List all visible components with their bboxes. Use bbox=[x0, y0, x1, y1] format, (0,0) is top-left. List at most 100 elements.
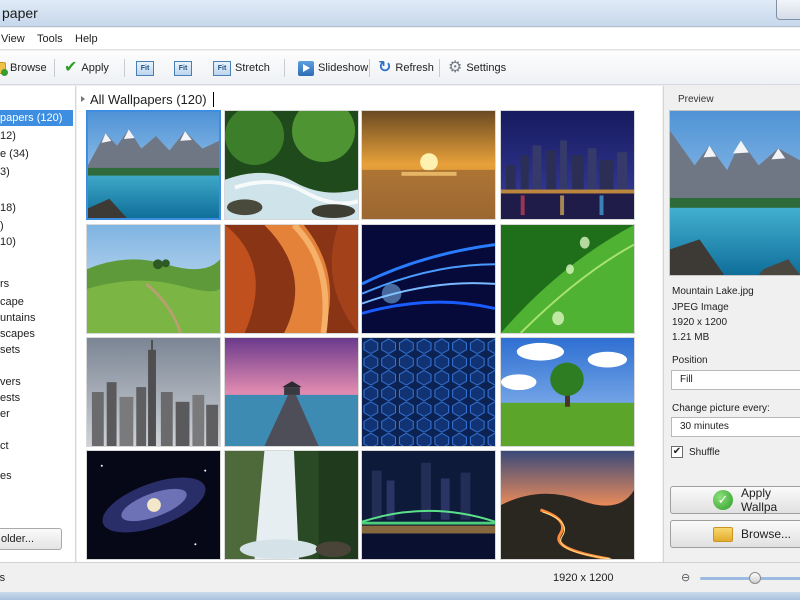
title-bar: paper bbox=[0, 0, 800, 27]
thumbnail-pier-sunset[interactable] bbox=[224, 337, 359, 447]
preview-dimensions: 1920 x 1200 bbox=[672, 317, 728, 328]
sidebar-item[interactable]: scapes bbox=[0, 326, 76, 342]
folder-icon bbox=[713, 526, 733, 542]
sidebar-item[interactable]: 12) bbox=[0, 128, 76, 144]
preview-size: 1.21 MB bbox=[672, 332, 710, 343]
checkbox-checked-icon[interactable]: ✔ bbox=[671, 446, 683, 458]
fit-icon: Fit bbox=[136, 60, 154, 76]
sidebar-item[interactable]: ) bbox=[0, 218, 76, 234]
wallpaper-gallery: All Wallpapers (120) bbox=[77, 86, 662, 562]
sidebar-item[interactable]: rs bbox=[0, 276, 76, 292]
close-window-button[interactable] bbox=[776, 0, 800, 20]
apply-button[interactable]: ✔ Apply bbox=[64, 57, 109, 79]
position-dropdown[interactable]: Fill bbox=[671, 370, 800, 390]
apply-label: Apply bbox=[81, 62, 109, 74]
preview-image bbox=[669, 110, 800, 276]
menu-view[interactable]: View bbox=[1, 33, 25, 45]
browse-wallpaper-button[interactable]: Browse... bbox=[670, 520, 800, 548]
thumbnail-city-skyline[interactable] bbox=[86, 337, 221, 447]
window-title: paper bbox=[2, 5, 38, 21]
browse-button[interactable]: Browse bbox=[0, 57, 47, 79]
change-interval-dropdown[interactable]: 30 minutes bbox=[671, 417, 800, 437]
sidebar-item[interactable]: cape bbox=[0, 294, 76, 310]
sidebar-item[interactable]: 18) bbox=[0, 200, 76, 216]
fill-icon: Fit bbox=[174, 60, 192, 76]
lone-tree-image bbox=[501, 338, 634, 446]
sidebar-item[interactable]: e (34) bbox=[0, 146, 76, 162]
details-panel: Preview Mountain Lake.jpg JPEG Image 192… bbox=[663, 86, 800, 562]
zoom-slider[interactable] bbox=[700, 572, 800, 584]
sidebar-item[interactable]: es bbox=[0, 468, 76, 484]
thumbnail-sunset-beach[interactable] bbox=[361, 110, 496, 220]
mountain-lake-preview bbox=[670, 111, 800, 275]
zoom-out-icon[interactable]: ⊖ bbox=[681, 571, 690, 584]
position-label: Position bbox=[672, 355, 708, 366]
green-leaf-image bbox=[501, 225, 634, 333]
fit-button[interactable]: Fit bbox=[136, 57, 154, 79]
toolbar: Browse ✔ Apply Fit Fit Fit Stretch Slide… bbox=[0, 51, 800, 85]
sidebar-item[interactable]: ests bbox=[0, 390, 76, 406]
sidebar-item[interactable]: 10) bbox=[0, 234, 76, 250]
bridge-night-image bbox=[362, 451, 495, 559]
browse-label: Browse bbox=[10, 62, 47, 74]
city-night-image bbox=[501, 111, 634, 219]
sidebar-item[interactable]: 3) bbox=[0, 164, 76, 180]
stretch-label: Stretch bbox=[235, 62, 270, 74]
thumbnail-bridge-night[interactable] bbox=[361, 450, 496, 560]
status-text: rs bbox=[0, 572, 6, 584]
settings-button[interactable]: ⚙ Settings bbox=[448, 57, 506, 79]
toolbar-separator bbox=[284, 59, 285, 77]
thumbnail-hexagon-pattern[interactable] bbox=[361, 337, 496, 447]
zoom-slider-knob[interactable] bbox=[749, 572, 761, 584]
stretch-button[interactable]: Fit Stretch bbox=[213, 57, 270, 79]
pier-sunset-image bbox=[225, 338, 358, 446]
canyon-image bbox=[225, 225, 358, 333]
preview-label: Preview bbox=[678, 94, 714, 105]
sidebar-item[interactable]: vers bbox=[0, 374, 76, 390]
mountain-lake-image bbox=[88, 112, 219, 218]
taskbar bbox=[0, 592, 800, 600]
thumbnail-waterfall[interactable] bbox=[224, 450, 359, 560]
menu-tools[interactable]: Tools bbox=[37, 33, 63, 45]
slideshow-label: Slideshow bbox=[318, 62, 369, 74]
thumbnail-forest-stream[interactable] bbox=[224, 110, 359, 220]
thumbnail-blue-abstract[interactable] bbox=[361, 224, 496, 334]
apply-wallpaper-button[interactable]: ✓ Apply Wallpa bbox=[670, 486, 800, 514]
folder-add-icon bbox=[0, 62, 8, 76]
add-folder-button[interactable]: older... bbox=[0, 528, 62, 550]
menu-help[interactable]: Help bbox=[75, 33, 98, 45]
category-sidebar: papers (120) 12) e (34) 3) 18) ) 10) rs … bbox=[0, 86, 76, 562]
sidebar-item[interactable]: er bbox=[0, 406, 76, 422]
shuffle-label: Shuffle bbox=[689, 446, 720, 458]
gallery-header: All Wallpapers (120) bbox=[77, 90, 214, 108]
checkmark-icon: ✔ bbox=[64, 59, 78, 76]
thumbnail-city-night[interactable] bbox=[500, 110, 635, 220]
thumbnail-green-hills[interactable] bbox=[86, 224, 221, 334]
fill-button[interactable]: Fit bbox=[174, 57, 192, 79]
toolbar-separator bbox=[54, 59, 55, 77]
thumbnail-canyon[interactable] bbox=[224, 224, 359, 334]
sidebar-item[interactable]: untains bbox=[0, 310, 76, 326]
toolbar-separator bbox=[369, 59, 370, 77]
thumbnail-green-leaf[interactable] bbox=[500, 224, 635, 334]
gear-icon: ⚙ bbox=[448, 59, 463, 76]
refresh-button[interactable]: ↻ Refresh bbox=[378, 57, 434, 79]
forest-stream-image bbox=[225, 111, 358, 219]
slideshow-button[interactable]: Slideshow bbox=[298, 57, 368, 79]
expand-triangle-icon[interactable] bbox=[81, 96, 85, 102]
hexagon-pattern-image bbox=[362, 338, 495, 446]
thumbnail-mountain-lake[interactable] bbox=[86, 110, 221, 220]
text-cursor bbox=[212, 91, 214, 107]
refresh-label: Refresh bbox=[395, 62, 434, 74]
galaxy-image bbox=[87, 451, 220, 559]
stretch-icon: Fit bbox=[213, 60, 231, 76]
preview-filetype: JPEG Image bbox=[672, 302, 729, 313]
thumbnail-lone-tree[interactable] bbox=[500, 337, 635, 447]
thumbnail-winding-road[interactable] bbox=[500, 450, 635, 560]
sidebar-item-all[interactable]: papers (120) bbox=[0, 110, 73, 126]
shuffle-checkbox[interactable]: ✔ Shuffle bbox=[671, 446, 720, 458]
thumbnail-galaxy[interactable] bbox=[86, 450, 221, 560]
sidebar-item[interactable]: sets bbox=[0, 342, 76, 358]
sidebar-item[interactable]: ct bbox=[0, 438, 76, 454]
preview-filename: Mountain Lake.jpg bbox=[672, 286, 754, 297]
